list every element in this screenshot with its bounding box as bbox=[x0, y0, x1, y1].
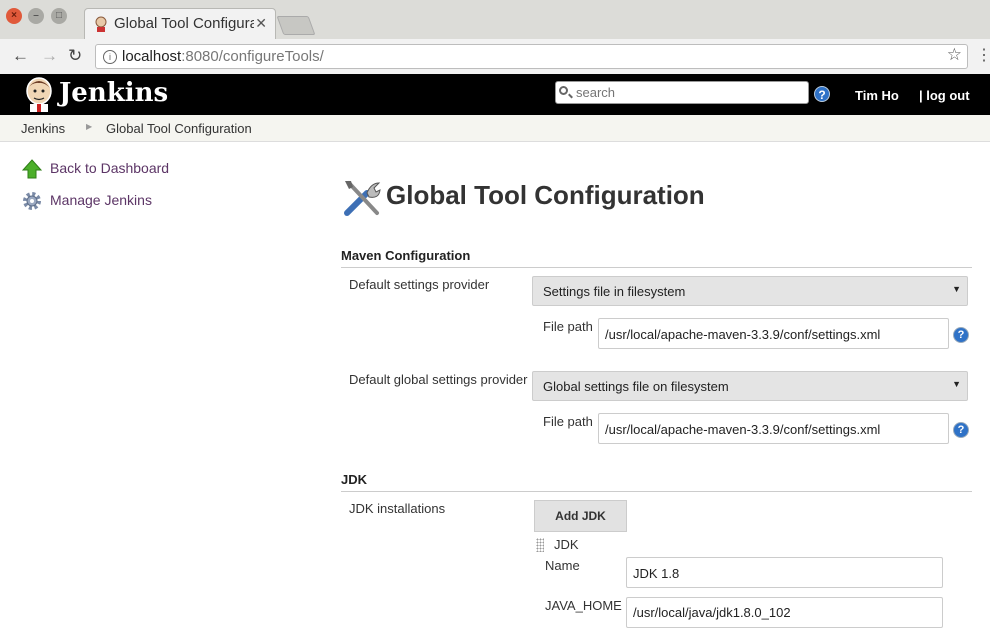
help-icon[interactable]: ? bbox=[953, 327, 969, 343]
sidebar-item-label: Back to Dashboard bbox=[50, 160, 170, 176]
brand-name[interactable]: Jenkins bbox=[59, 78, 168, 108]
logout-link[interactable]: | log out bbox=[919, 88, 970, 103]
drag-handle-icon[interactable] bbox=[536, 538, 544, 552]
file-path-input[interactable]: /usr/local/apache-maven-3.3.9/conf/setti… bbox=[598, 318, 949, 349]
maven-section-heading: Maven Configuration bbox=[341, 248, 972, 268]
new-tab-button[interactable] bbox=[276, 16, 316, 35]
default-settings-label: Default settings provider bbox=[349, 277, 490, 292]
breadcrumb-jenkins[interactable]: Jenkins bbox=[21, 121, 65, 136]
java-home-value: /usr/local/java/jdk1.8.0_102 bbox=[633, 605, 791, 620]
tools-icon bbox=[344, 181, 381, 216]
java-home-label: JAVA_HOME bbox=[545, 598, 622, 613]
jdk-name-input[interactable]: JDK 1.8 bbox=[626, 557, 943, 588]
browser-menu-icon[interactable]: ⋮ bbox=[976, 45, 990, 65]
jenkins-header: Jenkins ? Tim Ho | log out bbox=[0, 74, 990, 115]
search-box[interactable] bbox=[555, 81, 809, 104]
maximize-window-icon[interactable]: □ bbox=[51, 8, 67, 24]
jdk-installations-label: JDK installations bbox=[349, 501, 446, 516]
search-icon bbox=[559, 86, 568, 95]
file-path-label: File path bbox=[543, 319, 593, 334]
default-settings-value: Settings file in filesystem bbox=[543, 284, 686, 299]
file-path-value: /usr/local/apache-maven-3.3.9/conf/setti… bbox=[605, 327, 881, 342]
global-settings-select[interactable]: Global settings file on filesystem ▼ bbox=[532, 371, 968, 401]
global-file-path-label: File path bbox=[543, 414, 593, 429]
info-icon[interactable]: i bbox=[103, 50, 117, 64]
breadcrumb-separator-icon: ▶ bbox=[86, 122, 93, 131]
back-arrow-icon[interactable]: ← bbox=[12, 46, 29, 66]
java-home-input[interactable]: /usr/local/java/jdk1.8.0_102 bbox=[626, 597, 943, 628]
breadcrumb: Jenkins ▶ Global Tool Configuration bbox=[0, 115, 990, 142]
forward-arrow-icon[interactable]: → bbox=[41, 46, 58, 66]
jdk-item-heading: JDK bbox=[554, 537, 579, 552]
jdk-name-value: JDK 1.8 bbox=[633, 566, 680, 581]
sidebar-item-label: Manage Jenkins bbox=[50, 192, 152, 208]
add-jdk-button[interactable]: Add JDK bbox=[534, 500, 627, 532]
jenkins-logo-icon[interactable] bbox=[22, 76, 56, 112]
address-bar[interactable]: i localhost:8080/configureTools/ ☆ bbox=[95, 44, 968, 69]
global-file-path-value: /usr/local/apache-maven-3.3.9/conf/setti… bbox=[605, 422, 881, 437]
jdk-section-heading: JDK bbox=[341, 472, 972, 492]
page-title: Global Tool Configuration bbox=[386, 180, 705, 210]
up-arrow-icon bbox=[22, 159, 42, 179]
browser-tab[interactable]: Global Tool Configuration ✕ bbox=[84, 8, 276, 39]
gear-icon bbox=[23, 192, 41, 210]
tab-title: Global Tool Configuration bbox=[114, 15, 254, 32]
minimize-window-icon[interactable]: – bbox=[28, 8, 44, 24]
help-icon[interactable]: ? bbox=[814, 86, 830, 102]
global-settings-label: Default global settings provider bbox=[349, 372, 528, 387]
default-settings-select[interactable]: Settings file in filesystem ▼ bbox=[532, 276, 968, 306]
breadcrumb-current[interactable]: Global Tool Configuration bbox=[106, 121, 252, 136]
user-link[interactable]: Tim Ho bbox=[855, 88, 899, 103]
help-icon[interactable]: ? bbox=[953, 422, 969, 438]
global-file-path-input[interactable]: /usr/local/apache-maven-3.3.9/conf/setti… bbox=[598, 413, 949, 444]
close-window-icon[interactable]: × bbox=[6, 8, 22, 24]
bookmark-star-icon[interactable]: ☆ bbox=[947, 45, 962, 65]
jenkins-favicon-icon bbox=[95, 16, 107, 32]
global-settings-value: Global settings file on filesystem bbox=[543, 379, 729, 394]
chevron-down-icon: ▼ bbox=[952, 284, 961, 294]
chevron-down-icon: ▼ bbox=[952, 379, 961, 389]
search-input[interactable] bbox=[574, 84, 798, 101]
jdk-name-label: Name bbox=[545, 558, 580, 573]
url-text: localhost:8080/configureTools/ bbox=[122, 48, 324, 65]
reload-icon[interactable]: ↻ bbox=[68, 46, 82, 66]
tab-close-icon[interactable]: ✕ bbox=[255, 15, 267, 32]
